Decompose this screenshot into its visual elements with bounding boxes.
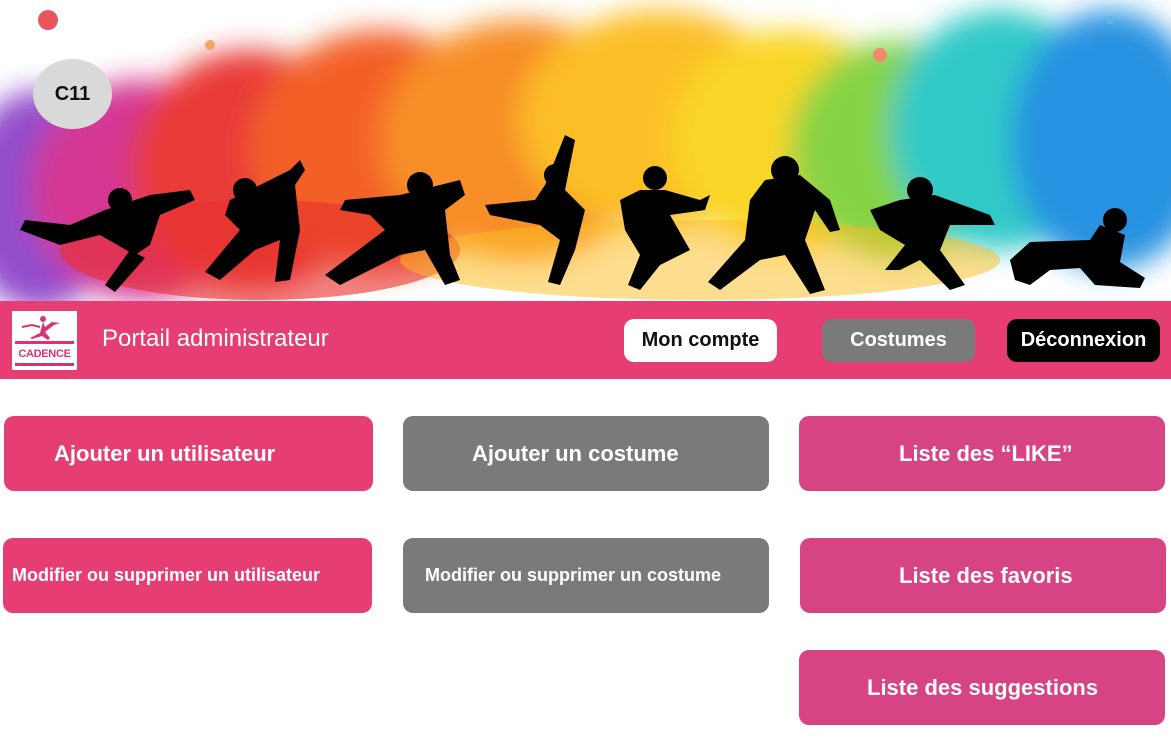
add-costume-button[interactable]: Ajouter un costume xyxy=(403,416,769,491)
my-account-button[interactable]: Mon compte xyxy=(624,319,777,362)
costumes-button[interactable]: Costumes xyxy=(822,319,975,362)
suggestions-list-button[interactable]: Liste des suggestions xyxy=(799,650,1165,725)
favorites-list-button[interactable]: Liste des favoris xyxy=(800,538,1166,613)
page-title: Portail administrateur xyxy=(102,325,329,352)
c11-badge: C11 xyxy=(33,59,112,129)
suggestions-list-label: Liste des suggestions xyxy=(867,674,1099,700)
logo-text: CADENCE xyxy=(18,348,71,360)
cadence-logo[interactable]: CADENCE xyxy=(12,311,77,370)
dancers-paint-splash-image xyxy=(0,10,1171,301)
dancer-logo-icon xyxy=(15,316,74,366)
edit-costume-button[interactable]: Modifier ou supprimer un costume xyxy=(403,538,769,613)
admin-header-bar: CADENCE Portail administrateur Mon compt… xyxy=(0,301,1171,379)
add-user-label: Ajouter un utilisateur xyxy=(54,440,276,466)
add-costume-label: Ajouter un costume xyxy=(472,440,679,466)
add-user-button[interactable]: Ajouter un utilisateur xyxy=(4,416,373,491)
edit-costume-label: Modifier ou supprimer un costume xyxy=(425,565,722,585)
favorites-list-label: Liste des favoris xyxy=(899,562,1073,588)
edit-user-label: Modifier ou supprimer un utilisateur xyxy=(12,565,321,585)
hero-banner: C11 xyxy=(0,0,1171,301)
edit-user-button[interactable]: Modifier ou supprimer un utilisateur xyxy=(3,538,372,613)
likes-list-label: Liste des “LIKE” xyxy=(899,440,1073,466)
likes-list-button[interactable]: Liste des “LIKE” xyxy=(799,416,1165,491)
logout-button[interactable]: Déconnexion xyxy=(1007,319,1160,362)
